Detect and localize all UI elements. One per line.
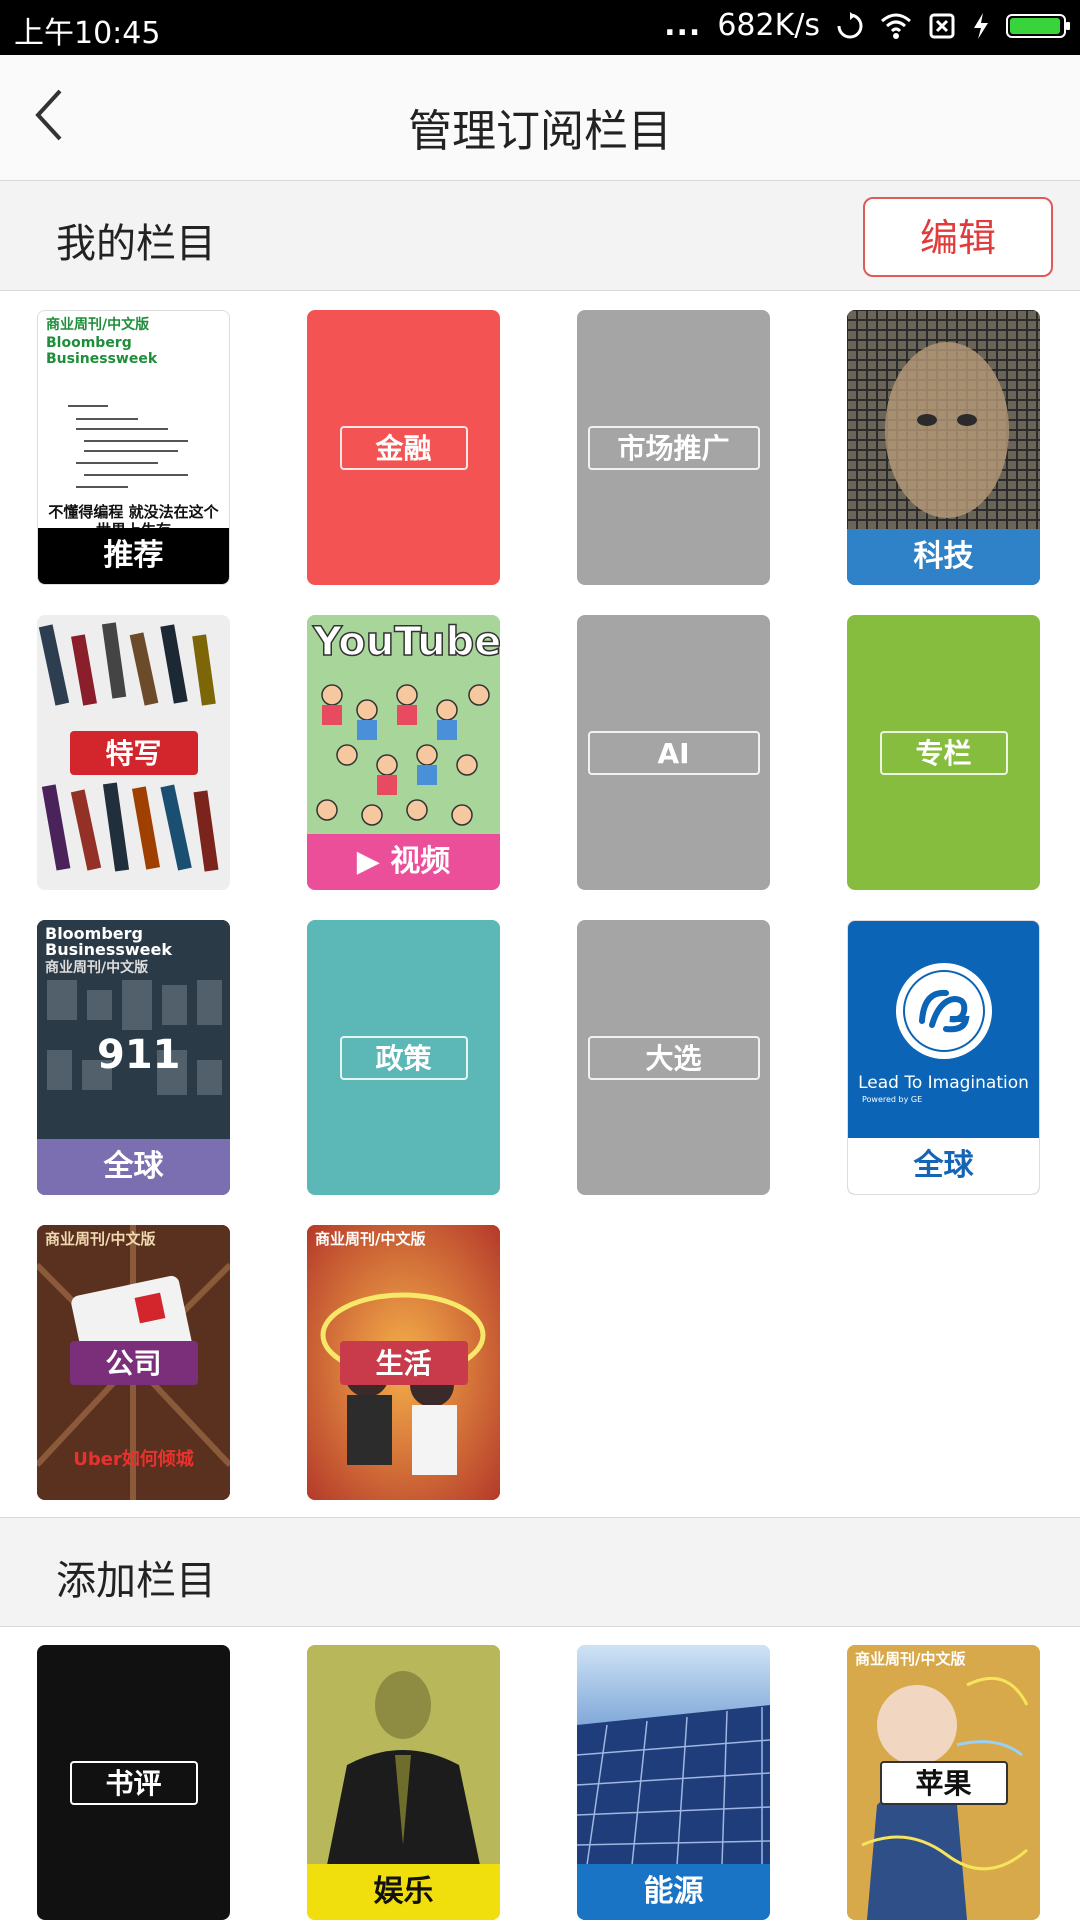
cover-title: 商业周刊/中文版 <box>315 1230 426 1248</box>
top-app-bar: 管理订阅栏目 <box>0 55 1080 181</box>
cover-title: 商业周刊/中文版 <box>46 317 150 333</box>
tile-ai[interactable]: AI <box>577 615 770 890</box>
tile-tech[interactable]: 科技 <box>847 310 1040 585</box>
tile-label: 政策 <box>339 1035 468 1080</box>
page-title: 管理订阅栏目 <box>408 106 672 157</box>
tile-label: 全球 <box>848 1138 1039 1194</box>
tile-finance[interactable]: 金融 <box>307 310 500 585</box>
tile-company[interactable]: 商业周刊/中文版 Uber如何倾城 公司 <box>37 1225 230 1500</box>
tile-label: 科技 <box>847 529 1040 585</box>
tile-video[interactable]: YouTube ▶ 视频 <box>307 615 500 890</box>
tile-label: AI <box>587 730 760 775</box>
tile-global-1[interactable]: Bloomberg Businessweek 商业周刊/中文版 911 全球 <box>37 920 230 1195</box>
tile-global-2[interactable]: Lead To Imagination Powered by GE 全球 <box>847 920 1040 1195</box>
tile-label: 推荐 <box>38 528 229 584</box>
tile-life[interactable]: 商业周刊/中文版 生活 <box>307 1225 500 1500</box>
cover-title: YouTube <box>312 618 500 666</box>
more-icon: ... <box>664 8 702 43</box>
add-columns-header: 添加栏目 <box>0 1517 1080 1627</box>
ge-logo-icon <box>896 963 992 1059</box>
add-columns-label: 添加栏目 <box>56 1558 216 1604</box>
my-columns-label: 我的栏目 <box>56 221 216 267</box>
code-illustration <box>68 405 188 488</box>
tile-label: 特写 <box>69 730 198 775</box>
tile-label: 市场推广 <box>587 425 760 470</box>
tile-label: 金融 <box>339 425 468 470</box>
tile-label: 大选 <box>587 1035 760 1080</box>
cover-title: 商业周刊/中文版 <box>855 1650 966 1668</box>
tile-entertainment[interactable]: 娱乐 <box>307 1645 500 1920</box>
tile-label: 娱乐 <box>307 1864 500 1920</box>
tile-label: 专栏 <box>879 730 1008 775</box>
cover-sub: Powered by GE <box>862 1095 923 1104</box>
edit-button[interactable]: 编辑 <box>863 197 1053 277</box>
status-bar: 上午10:45 ... 682K/s <box>0 0 1080 55</box>
cover-slogan: Lead To Imagination <box>858 1073 1029 1093</box>
status-time: 上午10:45 <box>14 16 161 51</box>
tile-energy[interactable]: 能源 <box>577 1645 770 1920</box>
cover-title: 商业周刊/中文版 <box>45 1230 156 1248</box>
tile-column[interactable]: 专栏 <box>847 615 1040 890</box>
tile-label-row: ▶ 视频 <box>307 834 500 890</box>
cover-headline: Uber如何倾城 <box>73 1449 194 1470</box>
mosaic-portrait <box>847 310 1040 530</box>
tile-recommend[interactable]: 商业周刊/中文版 Bloomberg Businessweek 不懂得编程 就没… <box>37 310 230 585</box>
portrait-illustration <box>307 1645 500 1865</box>
battery-icon <box>1006 13 1070 38</box>
cover-brand: Bloomberg Businessweek <box>45 924 173 959</box>
my-columns-header: 我的栏目 编辑 <box>0 181 1080 291</box>
tile-label: 生活 <box>339 1340 468 1385</box>
tile-label: 公司 <box>69 1340 198 1385</box>
status-right: ... 682K/s <box>664 8 1070 43</box>
tile-policy[interactable]: 政策 <box>307 920 500 1195</box>
sync-icon <box>837 11 863 38</box>
tile-label: 书评 <box>69 1760 198 1805</box>
network-speed: 682K/s <box>717 8 820 43</box>
tile-apple[interactable]: 商业周刊/中文版 苹果 <box>847 1645 1040 1920</box>
tile-election[interactable]: 大选 <box>577 920 770 1195</box>
cover-title: 商业周刊/中文版 <box>45 960 149 976</box>
tile-marketing[interactable]: 市场推广 <box>577 310 770 585</box>
charging-icon <box>974 12 988 39</box>
tile-label: 视频 <box>390 844 451 879</box>
solar-panel-illustration <box>577 1645 770 1865</box>
tile-feature[interactable]: 特写 <box>37 615 230 890</box>
wifi-icon <box>881 13 911 39</box>
cover-number: 911 <box>97 1032 181 1078</box>
sim-icon <box>929 13 955 38</box>
tile-book-review[interactable]: 书评 <box>37 1645 230 1920</box>
tile-label: 苹果 <box>879 1760 1008 1805</box>
tile-label: 全球 <box>37 1139 230 1195</box>
cover-brand: Bloomberg Businessweek <box>46 335 158 367</box>
tile-label: 能源 <box>577 1864 770 1920</box>
play-icon: ▶ <box>356 844 380 879</box>
